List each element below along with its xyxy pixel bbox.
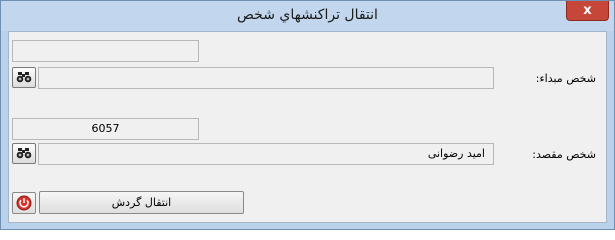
destination-search-button[interactable] — [12, 143, 36, 164]
source-name-field[interactable] — [38, 67, 494, 89]
close-button[interactable]: x — [566, 1, 609, 21]
power-button[interactable] — [12, 192, 36, 214]
power-icon — [16, 195, 32, 211]
source-code-field[interactable] — [12, 40, 199, 62]
destination-code-field[interactable]: 6057 — [12, 118, 199, 140]
title-bar[interactable]: انتقال تراكنشهاي شخص x — [1, 1, 614, 31]
source-search-button[interactable] — [12, 67, 36, 88]
destination-name-field[interactable]: امید رضوانی — [38, 143, 494, 165]
destination-label: شخص مقصد: — [532, 148, 596, 161]
transfer-button[interactable]: انتقال گردش — [39, 191, 244, 214]
source-label: شخص مبداء: — [535, 72, 596, 85]
window-title: انتقال تراكنشهاي شخص — [237, 7, 378, 23]
binoculars-icon — [16, 148, 32, 159]
binoculars-icon — [16, 72, 32, 83]
